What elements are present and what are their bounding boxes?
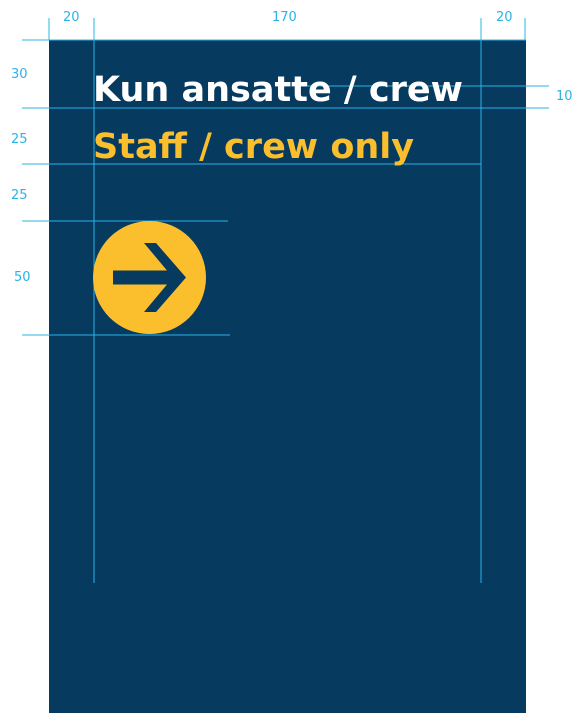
- dimension-line-height: 25: [11, 132, 28, 147]
- dimension-content-width: 170: [272, 10, 297, 25]
- arrow-right-icon: [93, 221, 206, 334]
- sign-subtitle: Staff / crew only: [93, 127, 415, 167]
- dimension-icon-size: 50: [14, 270, 31, 285]
- dimension-icon-gap: 25: [11, 188, 28, 203]
- dimension-top-margin: 30: [11, 67, 28, 82]
- dimension-margin-right: 20: [496, 10, 513, 25]
- sign-title: Kun ansatte / crew: [93, 70, 463, 110]
- dimension-line-gap: 10: [556, 89, 572, 104]
- dimension-margin-left: 20: [63, 10, 80, 25]
